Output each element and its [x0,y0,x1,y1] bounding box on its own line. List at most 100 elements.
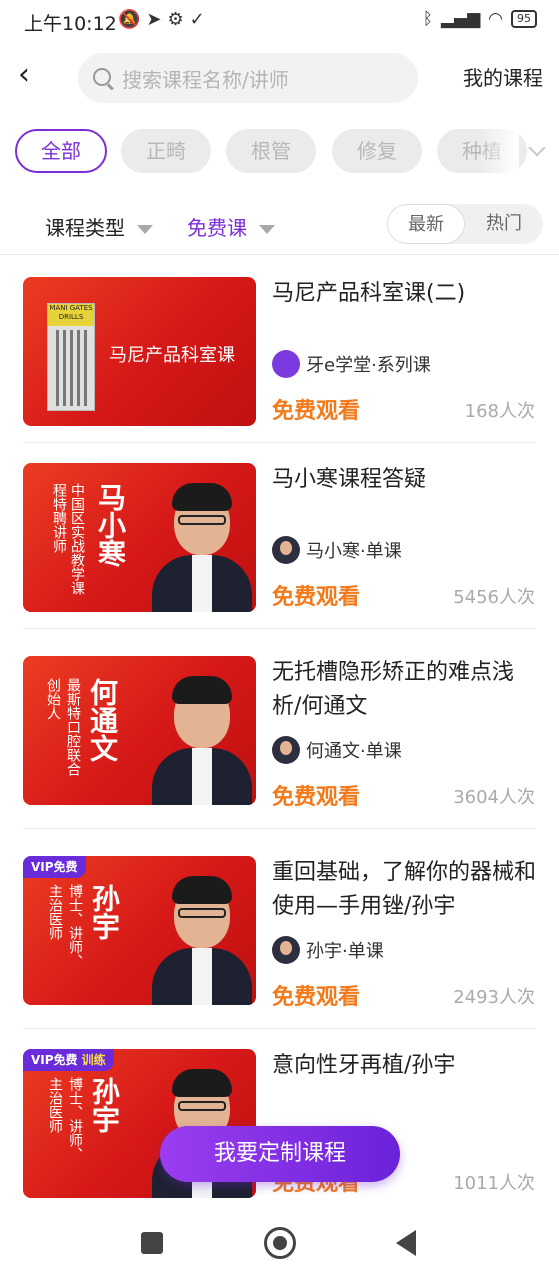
avatar [272,736,300,764]
avatar [272,350,300,378]
thumbnail-name: 马小寒 [94,483,127,567]
search-icon [92,67,114,89]
course-title[interactable]: 重回基础，了解你的器械和使用—手用锉/孙宇 [272,856,542,924]
thumbnail-desc: 主治医师 [47,884,63,940]
search-placeholder: 搜索课程名称/讲师 [122,67,289,92]
free-watch-label: 免费观看 [272,585,361,610]
view-count: 168人次 [464,401,535,422]
dropdown-triangle-icon [259,225,275,234]
recent-apps-icon[interactable] [141,1232,163,1254]
thumbnail-desc: 主治医师 [47,1077,63,1133]
filter-divider [0,254,559,255]
vip-free-badge: VIP免费 训练 [23,1049,114,1071]
status-left-icons: 🔕➤⚙✓ [118,9,211,30]
wifi-icon: ◠ [488,9,503,29]
telegram-icon: ➤ [146,9,168,30]
thumbnail-desc: 博士、讲师、 [67,1077,83,1161]
free-watch-label: 免费观看 [272,985,361,1010]
filter-bar: 课程类型 免费课 最新 热门 [0,200,559,250]
thumbnail-desc: 博士、讲师、 [67,884,83,968]
tab-endodontics[interactable]: 根管 [226,129,316,173]
top-bar: ‹ 搜索课程名称/讲师 我的课程 [0,48,559,106]
price-filter[interactable]: 免费课 [187,212,275,241]
product-box-label: MANI GATES DRILLS [48,304,94,326]
download-done-icon: ✓ [189,9,211,30]
thumbnail-desc: 最斯特口腔联合 [65,678,81,776]
dropdown-triangle-icon [137,225,153,234]
chips-fade [479,128,519,174]
custom-course-button[interactable]: 我要定制课程 [160,1126,400,1182]
view-count: 2493人次 [453,987,535,1008]
course-card[interactable]: VIP免费 孙宇 博士、讲师、 主治医师 重回基础，了解你的器械和使用—手用锉/… [0,856,559,1042]
view-count: 5456人次 [453,587,535,608]
vip-badge-text: VIP免费 [31,1053,78,1067]
battery-icon: 95 [511,10,537,28]
course-card[interactable]: 马小寒 中国区实战教学课 程特聘讲师 马小寒课程答疑 马小寒·单课 免费观看 5… [0,463,559,649]
list-separator [23,828,536,829]
thumbnail-name: 孙宇 [88,1077,121,1133]
back-triangle-icon[interactable] [396,1230,416,1256]
tab-orthodontics[interactable]: 正畸 [121,129,211,173]
course-title[interactable]: 马尼产品科室课(二) [272,277,542,311]
course-title[interactable]: 马小寒课程答疑 [272,463,542,497]
course-type-filter[interactable]: 课程类型 [45,212,153,241]
speaker-photo [148,856,256,1005]
course-card[interactable]: MANI GATES DRILLS 马尼产品科室课 马尼产品科室课(二) 牙e学… [0,277,559,463]
home-icon[interactable] [264,1227,296,1259]
sort-toggle: 最新 热门 [387,204,543,244]
author-name: 牙e学堂·系列课 [306,355,431,376]
free-watch-label: 免费观看 [272,399,361,424]
search-input[interactable]: 搜索课程名称/讲师 [78,53,418,103]
bluetooth-icon: ᛒ [422,9,433,29]
back-icon[interactable]: ‹ [18,60,30,90]
category-tabs: 全部 正畸 根管 修复 种植 [0,128,559,174]
speaker-photo [148,463,256,612]
sort-latest[interactable]: 最新 [387,204,465,244]
status-bar: 上午10:12 🔕➤⚙✓ ᛒ ▂▄▆ ◠ 95 [0,0,559,42]
chevron-down-icon[interactable] [528,139,546,157]
view-count: 1011人次 [453,1173,535,1194]
course-title[interactable]: 无托槽隐形矫正的难点浅析/何通文 [272,656,542,724]
tab-all[interactable]: 全部 [15,129,107,173]
course-author: 牙e学堂·系列课 [272,350,431,378]
price-filter-label: 免费课 [187,216,247,240]
course-thumbnail: 何通文 最斯特口腔联合 创始人 [23,656,256,805]
product-box-image: MANI GATES DRILLS [47,303,95,411]
my-courses-button[interactable]: 我的课程 [463,62,543,91]
course-thumbnail: VIP免费 孙宇 博士、讲师、 主治医师 [23,856,256,1005]
author-name: 孙宇·单课 [306,941,384,962]
course-thumbnail: 马小寒 中国区实战教学课 程特聘讲师 [23,463,256,612]
list-separator [23,442,536,443]
status-time: 上午10:12 [24,13,117,35]
view-count: 3604人次 [453,787,535,808]
free-watch-label: 免费观看 [272,785,361,810]
avatar [272,536,300,564]
course-card[interactable]: 何通文 最斯特口腔联合 创始人 无托槽隐形矫正的难点浅析/何通文 何通文·单课 … [0,656,559,842]
course-thumbnail: MANI GATES DRILLS 马尼产品科室课 [23,277,256,426]
status-right-icons: ᛒ ▂▄▆ ◠ 95 [423,9,537,29]
tab-restoration[interactable]: 修复 [332,129,422,173]
thumbnail-desc: 程特聘讲师 [51,483,67,553]
avatar [272,936,300,964]
speaker-photo [148,656,256,805]
course-author: 何通文·单课 [272,736,402,764]
thumbnail-name: 何通文 [86,678,119,762]
course-author: 马小寒·单课 [272,536,402,564]
thumbnail-desc: 创始人 [45,678,61,720]
system-nav-bar [0,1210,559,1280]
course-type-label: 课程类型 [45,216,125,240]
mute-icon: 🔕 [118,9,147,30]
list-separator [23,1028,536,1029]
vip-free-badge: VIP免费 [23,856,86,878]
course-title[interactable]: 意向性牙再植/孙宇 [272,1049,542,1083]
thumbnail-title: 马尼产品科室课 [109,345,235,366]
sort-popular[interactable]: 热门 [465,204,543,244]
thumbnail-name: 孙宇 [88,884,121,940]
author-name: 何通文·单课 [306,741,402,762]
training-badge-text: 训练 [81,1053,106,1067]
course-author: 孙宇·单课 [272,936,384,964]
list-separator [23,628,536,629]
signal-icon: ▂▄▆ [440,9,481,29]
gear-icon: ⚙ [167,9,190,30]
thumbnail-desc: 中国区实战教学课 [69,483,85,595]
